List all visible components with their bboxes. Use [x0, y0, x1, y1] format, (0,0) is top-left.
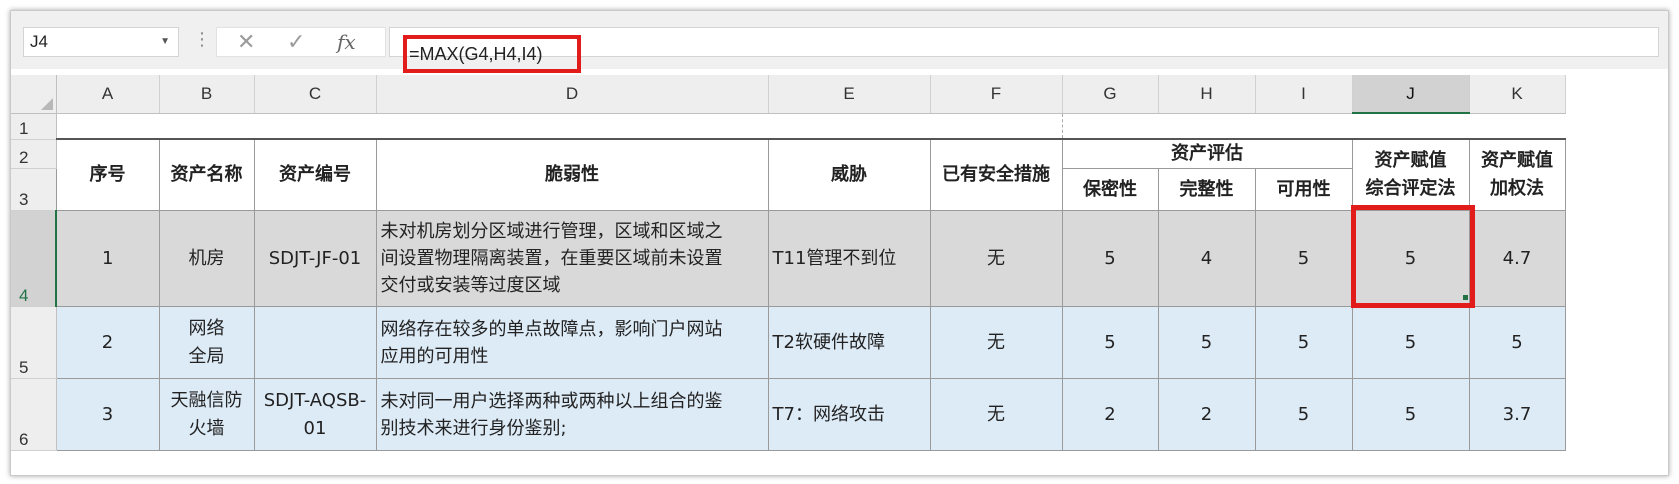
formula-bar-grip-icon: ⋮: [193, 29, 211, 50]
row-header-5[interactable]: 5: [11, 306, 57, 379]
cell-a4-seq[interactable]: 1: [55, 210, 160, 307]
column-header-a[interactable]: A: [56, 75, 160, 114]
column-header-k[interactable]: K: [1469, 75, 1566, 114]
column-header-i[interactable]: I: [1255, 75, 1353, 114]
cell-k5-weighted[interactable]: 5: [1468, 306, 1566, 379]
asset-name-line1: 天融信防: [170, 389, 243, 411]
vuln-line: 别技术来进行身份鉴别;: [380, 417, 567, 439]
asset-id-line2: 01: [303, 417, 327, 439]
vuln-line: 未对机房划分区域进行管理，区域和区域之: [380, 221, 723, 242]
row-1-cells-right[interactable]: [1061, 113, 1565, 140]
name-box-value: J4: [30, 32, 48, 51]
column-header-b[interactable]: B: [159, 75, 255, 114]
cell-h4-integrity[interactable]: 4: [1157, 210, 1256, 307]
column-header-j[interactable]: J: [1352, 75, 1470, 114]
vuln-line: 交付或安装等过度区域: [380, 275, 561, 296]
cell-e6-threat[interactable]: T7：网络攻击: [767, 378, 931, 451]
spreadsheet-window: J4 ▼ ⋮ ✕ ✓ fx =MAX(G4,H4,I4) A B C D E F…: [10, 10, 1669, 476]
cell-g5-confidentiality[interactable]: 5: [1061, 306, 1159, 379]
worksheet-grid: A B C D E F G H I J K 1 2 序号 资产名称 资产编号 脆…: [11, 75, 1566, 451]
cell-f5-measures[interactable]: 无: [929, 306, 1063, 379]
cell-a6-seq[interactable]: 3: [55, 378, 160, 451]
cell-g6-confidentiality[interactable]: 2: [1061, 378, 1159, 451]
cell-j5-comprehensive[interactable]: 5: [1351, 306, 1470, 379]
header-asset-assessment[interactable]: 资产评估: [1061, 138, 1353, 169]
header-comprehensive[interactable]: 资产赋值 综合评定法: [1351, 138, 1470, 211]
cell-a5-seq[interactable]: 2: [55, 306, 160, 379]
cell-f4-measures[interactable]: 无: [929, 210, 1063, 307]
vuln-line: 间设置物理隔离装置，在重要区域前未设置: [380, 248, 723, 269]
cell-d6-vulnerability[interactable]: 未对同一用户选择两种或两种以上组合的鉴 别技术来进行身份鉴别;: [375, 378, 769, 451]
row-header-3[interactable]: 3: [11, 168, 57, 211]
cell-k6-weighted[interactable]: 3.7: [1468, 378, 1566, 451]
column-header-e[interactable]: E: [768, 75, 931, 114]
cell-b6-asset-name[interactable]: 天融信防 火墙: [158, 378, 255, 451]
cell-c6-asset-id[interactable]: SDJT-AQSB- 01: [253, 378, 377, 451]
cell-d5-vulnerability[interactable]: 网络存在较多的单点故障点，影响门户网站 应用的可用性: [375, 306, 769, 379]
header-seq[interactable]: 序号: [55, 138, 160, 211]
header-confidentiality[interactable]: 保密性: [1061, 168, 1159, 211]
vuln-line: 网络存在较多的单点故障点，影响门户网站: [380, 318, 723, 340]
cell-i6-availability[interactable]: 5: [1254, 378, 1353, 451]
header-availability[interactable]: 可用性: [1254, 168, 1353, 211]
cell-i5-availability[interactable]: 5: [1254, 306, 1353, 379]
fill-handle[interactable]: [1463, 295, 1468, 300]
header-asset-id[interactable]: 资产编号: [253, 138, 377, 211]
asset-name-line2: 火墙: [188, 417, 225, 439]
cell-j6-comprehensive[interactable]: 5: [1351, 378, 1470, 451]
column-header-g[interactable]: G: [1062, 75, 1159, 114]
cell-k4-weighted[interactable]: 4.7: [1468, 210, 1566, 307]
vuln-line: 应用的可用性: [380, 345, 489, 367]
header-integrity[interactable]: 完整性: [1157, 168, 1256, 211]
cell-e4-threat[interactable]: T11管理不到位: [767, 210, 931, 307]
row-header-1[interactable]: 1: [11, 113, 57, 140]
column-header-d[interactable]: D: [376, 75, 769, 114]
cell-g4-confidentiality[interactable]: 5: [1061, 210, 1159, 307]
asset-name-line2: 全局: [188, 345, 225, 367]
function-fx-icon[interactable]: fx: [337, 30, 356, 54]
header-weighted-line2: 加权法: [1490, 178, 1544, 199]
header-weighted[interactable]: 资产赋值 加权法: [1468, 138, 1566, 211]
row-header-6[interactable]: 6: [11, 378, 57, 451]
cell-d4-vulnerability[interactable]: 未对机房划分区域进行管理，区域和区域之 间设置物理隔离装置，在重要区域前未设置 …: [375, 210, 769, 307]
cell-h6-integrity[interactable]: 2: [1157, 378, 1256, 451]
column-header-h[interactable]: H: [1158, 75, 1256, 114]
cell-e5-threat[interactable]: T2软硬件故障: [767, 306, 931, 379]
cell-b5-asset-name[interactable]: 网络 全局: [158, 306, 255, 379]
asset-name-line1: 网络: [188, 317, 225, 339]
select-all-corner[interactable]: [11, 75, 57, 114]
name-box[interactable]: J4 ▼: [23, 27, 179, 57]
cell-b4-asset-name[interactable]: 机房: [158, 210, 255, 307]
header-asset-name[interactable]: 资产名称: [158, 138, 255, 211]
header-comprehensive-line2: 综合评定法: [1365, 178, 1456, 199]
column-header-c[interactable]: C: [254, 75, 377, 114]
column-header-f[interactable]: F: [930, 75, 1063, 114]
vuln-line: 未对同一用户选择两种或两种以上组合的鉴: [380, 390, 723, 412]
formula-bar-buttons: ✕ ✓ fx: [216, 27, 386, 57]
cell-j4-comprehensive[interactable]: 5: [1351, 210, 1470, 307]
row-header-4[interactable]: 4: [11, 210, 57, 307]
header-vulnerability[interactable]: 脆弱性: [375, 138, 769, 211]
cell-i4-availability[interactable]: 5: [1254, 210, 1353, 307]
header-weighted-line1: 资产赋值: [1481, 150, 1553, 171]
row-header-2[interactable]: 2: [11, 139, 57, 169]
chevron-down-icon[interactable]: ▼: [160, 28, 170, 56]
enter-check-icon[interactable]: ✓: [287, 30, 305, 55]
cell-h5-integrity[interactable]: 5: [1157, 306, 1256, 379]
header-existing-measures[interactable]: 已有安全措施: [929, 138, 1063, 211]
asset-id-line1: SDJT-AQSB-: [263, 389, 367, 411]
formula-bar: J4 ▼ ⋮ ✕ ✓ fx =MAX(G4,H4,I4): [11, 11, 1668, 73]
row-1-cells[interactable]: [56, 113, 1062, 140]
cell-f6-measures[interactable]: 无: [929, 378, 1063, 451]
cancel-icon[interactable]: ✕: [237, 30, 255, 55]
header-threat[interactable]: 威胁: [767, 138, 931, 211]
cell-c4-asset-id[interactable]: SDJT-JF-01: [253, 210, 377, 307]
formula-text[interactable]: =MAX(G4,H4,I4): [403, 35, 581, 73]
cell-c5-asset-id[interactable]: [253, 306, 377, 379]
header-comprehensive-line1: 资产赋值: [1374, 150, 1447, 171]
